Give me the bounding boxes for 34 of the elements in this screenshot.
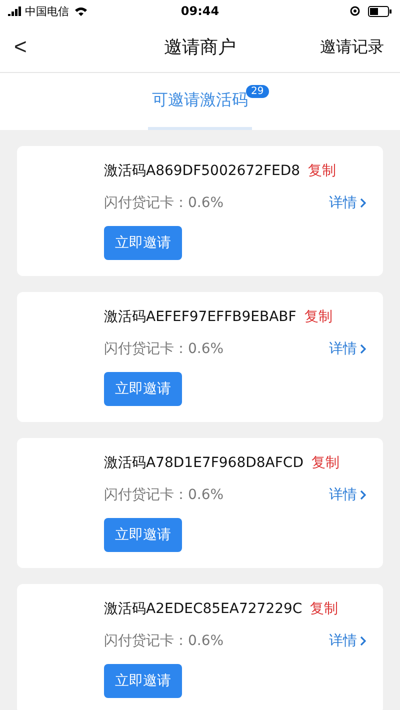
chevron-right-icon (360, 344, 366, 354)
activation-code: 激活码A869DF5002672FED8 (104, 162, 300, 180)
chevron-right-icon (360, 490, 366, 500)
count-badge: 29 (246, 85, 269, 98)
chevron-right-icon (360, 198, 366, 208)
invite-button[interactable]: 立即邀请 (104, 226, 182, 260)
battery-icon (368, 6, 392, 16)
detail-link[interactable]: 详情 (329, 194, 366, 212)
rate-text: 闪付贷记卡：0.6% (104, 486, 224, 504)
rotation-lock-icon (350, 6, 360, 16)
invite-history-link[interactable]: 邀请记录 (320, 36, 400, 58)
copy-button[interactable]: 复制 (296, 308, 332, 326)
detail-link[interactable]: 详情 (329, 486, 366, 504)
back-button[interactable]: < (0, 34, 41, 60)
status-time: 09:44 (180, 4, 220, 18)
copy-button[interactable]: 复制 (303, 454, 340, 472)
rate-text: 闪付贷记卡：0.6% (104, 340, 224, 358)
rate-text: 闪付贷记卡：0.6% (104, 194, 224, 212)
invite-button[interactable]: 立即邀请 (104, 372, 182, 406)
signal-icon (8, 6, 22, 16)
activation-code: 激活码A78D1E7F968D8AFCD (104, 454, 304, 472)
invite-button[interactable]: 立即邀请 (104, 518, 182, 552)
copy-button[interactable]: 复制 (302, 600, 338, 618)
detail-link[interactable]: 详情 (329, 632, 366, 650)
activation-code: 激活码AEFEF97EFFB9EBABF (104, 308, 296, 326)
chevron-right-icon (360, 636, 366, 646)
copy-button[interactable]: 复制 (300, 162, 336, 180)
activation-code: 激活码A2EDEC85EA727229C (104, 600, 302, 618)
carrier-name: 中国电信 (25, 4, 69, 18)
invite-button[interactable]: 立即邀请 (104, 664, 182, 698)
detail-link[interactable]: 详情 (329, 340, 366, 358)
wifi-icon (74, 6, 88, 16)
page-title: 邀请商户 (164, 36, 236, 59)
rate-text: 闪付贷记卡：0.6% (104, 632, 224, 650)
